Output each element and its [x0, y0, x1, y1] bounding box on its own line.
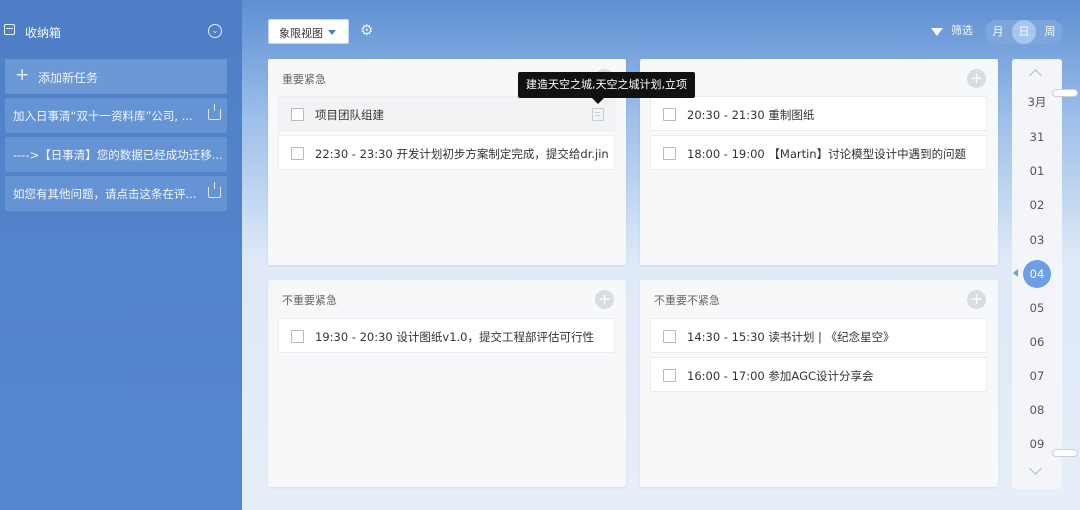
- inbox-item-text: ---->【日事清】您的数据已经成功迁移...: [13, 148, 223, 162]
- sidebar-header: 收纳箱 ⌄: [0, 0, 242, 54]
- task-item[interactable]: 22:30 - 23:30 开发计划初步方案制定完成，提交给dr.jin: [278, 135, 615, 170]
- inbox-item-text: 如您有其他问题，请点击这条在评...: [13, 187, 197, 201]
- quadrant-not-important-not-urgent: 不重要不紧急 + 14:30 - 15:30 读书计划 | 《纪念星空》 16:…: [640, 280, 998, 487]
- add-icon[interactable]: +: [967, 69, 986, 88]
- date-item[interactable]: 03: [1023, 226, 1051, 254]
- filter-label: 筛选: [951, 24, 973, 37]
- plus-icon: +: [15, 65, 30, 85]
- inbox-icon: [4, 24, 15, 35]
- task-text: 项目团队组建: [315, 108, 384, 122]
- date-strip: 3月 31 01 02 03 04 05 06 07 08 09: [1012, 59, 1062, 489]
- view-mode-month[interactable]: 月: [986, 20, 1010, 44]
- chevron-down-icon[interactable]: [1029, 462, 1042, 475]
- add-icon[interactable]: +: [967, 290, 986, 309]
- date-item[interactable]: 01: [1023, 157, 1051, 185]
- inbox-item[interactable]: 加入日事清“双十一资料库”公司, ...: [5, 98, 227, 133]
- date-item[interactable]: 06: [1023, 328, 1051, 356]
- sidebar-title: 收纳箱: [25, 26, 62, 40]
- scroll-handle-top[interactable]: [1052, 89, 1078, 97]
- task-item[interactable]: 18:00 - 19:00 【Martin】讨论模型设计中遇到的问题: [650, 135, 987, 170]
- date-item[interactable]: 02: [1023, 191, 1051, 219]
- task-item[interactable]: 20:30 - 21:30 重制图纸: [650, 96, 987, 131]
- date-item[interactable]: 08: [1023, 396, 1051, 424]
- task-text: 16:00 - 17:00 参加AGC设计分享会: [687, 369, 874, 383]
- filter-button[interactable]: 筛选: [931, 22, 973, 38]
- task-text: 14:30 - 15:30 读书计划 | 《纪念星空》: [687, 330, 895, 344]
- task-checkbox[interactable]: [291, 330, 304, 343]
- move-to-schedule-icon[interactable]: [208, 182, 221, 198]
- task-checkbox[interactable]: [663, 330, 676, 343]
- task-item[interactable]: 项目团队组建: [278, 96, 615, 131]
- filter-icon: [931, 28, 943, 36]
- task-text: 18:00 - 19:00 【Martin】讨论模型设计中遇到的问题: [687, 147, 967, 161]
- task-text: 19:30 - 20:30 设计图纸v1.0，提交工程部评估可行性: [315, 330, 594, 344]
- gear-icon[interactable]: ⚙: [360, 22, 373, 38]
- task-text: 20:30 - 21:30 重制图纸: [687, 108, 815, 122]
- date-item[interactable]: 07: [1023, 362, 1051, 390]
- view-mode-week[interactable]: 周: [1038, 20, 1062, 44]
- task-item[interactable]: 16:00 - 17:00 参加AGC设计分享会: [650, 357, 987, 392]
- inbox-item[interactable]: 如您有其他问题，请点击这条在评...: [5, 176, 227, 211]
- quadrant-title: 不重要不紧急: [654, 294, 720, 307]
- quadrant-not-important-urgent: 不重要紧急 + 19:30 - 20:30 设计图纸v1.0，提交工程部评估可行…: [268, 280, 626, 487]
- view-select-label: 象限视图: [279, 27, 323, 40]
- date-item[interactable]: 09: [1023, 430, 1051, 458]
- task-item[interactable]: 14:30 - 15:30 读书计划 | 《纪念星空》: [650, 318, 987, 353]
- selected-date-pointer: [1013, 269, 1018, 277]
- inbox-item-text: 加入日事清“双十一资料库”公司, ...: [13, 109, 193, 123]
- date-item-selected[interactable]: 04: [1023, 260, 1051, 288]
- date-item[interactable]: 31: [1023, 123, 1051, 151]
- task-checkbox[interactable]: [291, 147, 304, 160]
- view-mode-switch: 月 日 周: [985, 20, 1063, 44]
- chevron-circle-icon[interactable]: ⌄: [208, 24, 222, 38]
- note-icon[interactable]: [592, 108, 604, 121]
- scroll-handle-bottom[interactable]: [1052, 449, 1078, 457]
- view-mode-day[interactable]: 日: [1012, 20, 1036, 44]
- quadrant-title: 重要紧急: [282, 73, 326, 86]
- date-item[interactable]: 05: [1023, 294, 1051, 322]
- task-checkbox[interactable]: [663, 147, 676, 160]
- move-to-schedule-icon[interactable]: [208, 104, 221, 120]
- task-text: 22:30 - 23:30 开发计划初步方案制定完成，提交给dr.jin: [315, 147, 609, 161]
- add-icon[interactable]: +: [595, 290, 614, 309]
- task-tooltip: 建造天空之城,天空之城计划,立项: [518, 72, 695, 104]
- task-checkbox[interactable]: [663, 369, 676, 382]
- task-item[interactable]: 19:30 - 20:30 设计图纸v1.0，提交工程部评估可行性: [278, 318, 615, 353]
- task-checkbox[interactable]: [291, 108, 304, 121]
- sidebar: 收纳箱 ⌄ + 添加新任务 加入日事清“双十一资料库”公司, ... ---->…: [0, 0, 242, 510]
- chevron-up-icon[interactable]: [1029, 69, 1042, 82]
- date-month-label: 3月: [1027, 95, 1047, 109]
- view-select[interactable]: 象限视图: [268, 19, 349, 44]
- caret-down-icon: [328, 30, 336, 35]
- add-task-button[interactable]: + 添加新任务: [5, 59, 227, 94]
- task-checkbox[interactable]: [663, 108, 676, 121]
- inbox-item[interactable]: ---->【日事清】您的数据已经成功迁移...: [5, 137, 227, 172]
- add-task-label: 添加新任务: [38, 71, 99, 85]
- quadrant-title: 不重要紧急: [282, 294, 337, 307]
